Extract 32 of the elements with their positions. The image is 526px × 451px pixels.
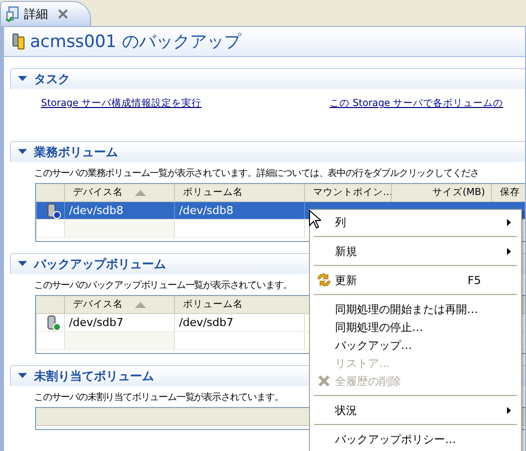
expand-icon — [18, 149, 27, 155]
page-title: acmss001 のバックアップ — [30, 31, 241, 53]
volume-icon — [44, 202, 60, 218]
table-cell: /dev/sdb7 — [64, 314, 174, 331]
column-header[interactable]: サイズ(MB) — [391, 184, 491, 201]
menu-item[interactable]: バックアップポリシー… — [312, 430, 519, 448]
task-link[interactable]: Storage サーバ構成情報設定を実行 — [41, 97, 202, 110]
menu-item[interactable]: 状況 — [312, 401, 519, 419]
column-header[interactable]: ボリューム名 — [174, 184, 304, 201]
view-tab[interactable]: 詳細 — [0, 1, 91, 26]
server-icon — [12, 33, 26, 50]
refresh-icon — [316, 272, 332, 288]
delete-icon — [318, 375, 330, 387]
column-header[interactable]: 保存 — [491, 184, 525, 201]
column-header[interactable]: ボリューム名 — [174, 296, 304, 313]
close-icon[interactable] — [58, 9, 68, 19]
section-description: このサーバの業務ボリューム一覧が表示されています。詳細については、表中の行をダブルクリックしてくださ — [34, 167, 480, 180]
menu-item[interactable]: バックアップ… — [312, 336, 519, 354]
details-icon — [4, 6, 20, 22]
table-cell: /dev/sdb7 — [174, 314, 304, 331]
task-link[interactable]: この Storage サーバで各ボリュームの — [330, 97, 504, 110]
section-description: このサーバの未割り当てボリューム一覧が表示されています。 — [34, 391, 284, 404]
column-header[interactable]: デバイス名 — [64, 296, 174, 313]
section-description: このサーバのバックアップボリューム一覧が表示されています。 — [34, 279, 292, 292]
expand-icon — [18, 261, 27, 267]
section-header[interactable]: タスク — [10, 68, 525, 89]
expand-icon — [18, 76, 27, 82]
column-header[interactable]: デバイス名 — [64, 184, 174, 201]
volume-icon — [44, 314, 60, 330]
expand-icon — [18, 373, 27, 379]
menu-item[interactable]: 更新 F5 — [312, 271, 519, 289]
section-header[interactable]: 業務ボリューム — [10, 141, 525, 162]
